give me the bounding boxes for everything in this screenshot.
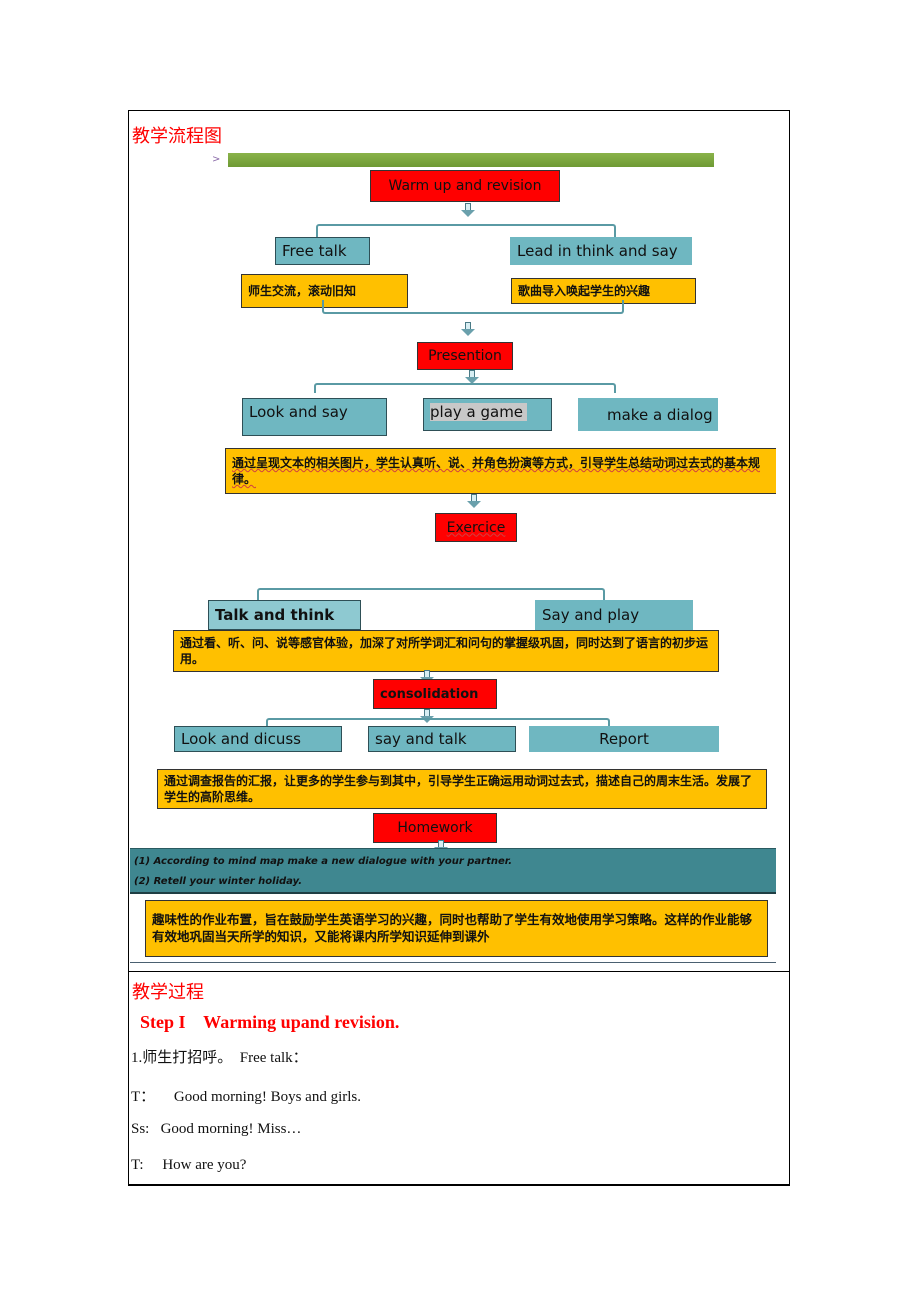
branch-connector [314, 383, 616, 393]
process-line: 1.师生打招呼。 Free talk： [131, 1050, 308, 1066]
node-look-and-discuss: Look and dicuss [174, 726, 342, 752]
node-report: Report [529, 726, 719, 752]
down-arrow-icon [461, 203, 475, 217]
process-line: T： Good morning! Boys and girls. [131, 1089, 361, 1105]
node-play-a-game: play a game [423, 398, 552, 431]
node-lead-in: Lead in think and say [510, 237, 692, 265]
note-homework: 趣味性的作业布置，旨在鼓励学生英语学习的兴趣，同时也帮助了学生有效地使用学习策略… [145, 900, 768, 957]
down-arrow-icon [465, 370, 479, 384]
node-presentation: Presention [417, 342, 513, 370]
node-free-talk: Free talk [275, 237, 370, 265]
node-consolidation: consolidation [373, 679, 497, 709]
homework-item-1: (1) According to mind map make a new dia… [134, 856, 513, 867]
table-bottom-border [128, 1184, 790, 1186]
teaching-flowchart: > Warm up and revision Free talk Lead in… [130, 150, 776, 964]
note-consolidation: 通过调查报告的汇报，让更多的学生参与到其中，引导学生正确运用动词过去式，描述自己… [157, 769, 767, 809]
table-row-divider [128, 971, 790, 972]
node-say-and-talk: say and talk [368, 726, 516, 752]
node-exercise-label: Exercice [446, 519, 506, 536]
node-talk-and-think: Talk and think [208, 600, 361, 630]
node-say-and-play: Say and play [535, 600, 693, 630]
node-homework: Homework [373, 813, 497, 843]
homework-band: (1) According to mind map make a new dia… [130, 848, 776, 894]
step-title: Step I Warming upand revision. [140, 1012, 400, 1032]
merge-connector [322, 300, 624, 314]
down-arrow-icon [461, 322, 475, 336]
note-exercise: 通过看、听、问、说等感官体验，加深了对所学词汇和问句的掌握级巩固，同时达到了语言… [173, 630, 719, 672]
node-make-a-dialog: make a dialog [578, 398, 718, 431]
branch-connector [316, 224, 616, 238]
process-line: Ss: Good morning! Miss… [131, 1121, 302, 1137]
node-play-a-game-label: play a game [430, 403, 528, 421]
slide-header-banner [228, 153, 714, 167]
process-section-title: 教学过程 [132, 982, 204, 1003]
node-exercise: Exercice [435, 513, 517, 542]
homework-item-2: (2) Retell your winter holiday. [134, 876, 302, 887]
flowchart-bottom-rule [130, 962, 776, 963]
note-presentation-text: 通过呈现文本的相关图片，学生认真听、说、并角色扮演等方式，引导学生总结动词过去式… [232, 455, 761, 486]
note-presentation: 通过呈现文本的相关图片，学生认真听、说、并角色扮演等方式，引导学生总结动词过去式… [225, 448, 776, 494]
flowchart-section-title: 教学流程图 [132, 126, 222, 147]
down-arrow-icon [467, 494, 481, 508]
process-line: T: How are you? [131, 1157, 247, 1173]
banner-chevron-icon: > [212, 154, 221, 165]
node-look-and-say: Look and say [242, 398, 387, 436]
node-warm-up: Warm up and revision [370, 170, 560, 202]
